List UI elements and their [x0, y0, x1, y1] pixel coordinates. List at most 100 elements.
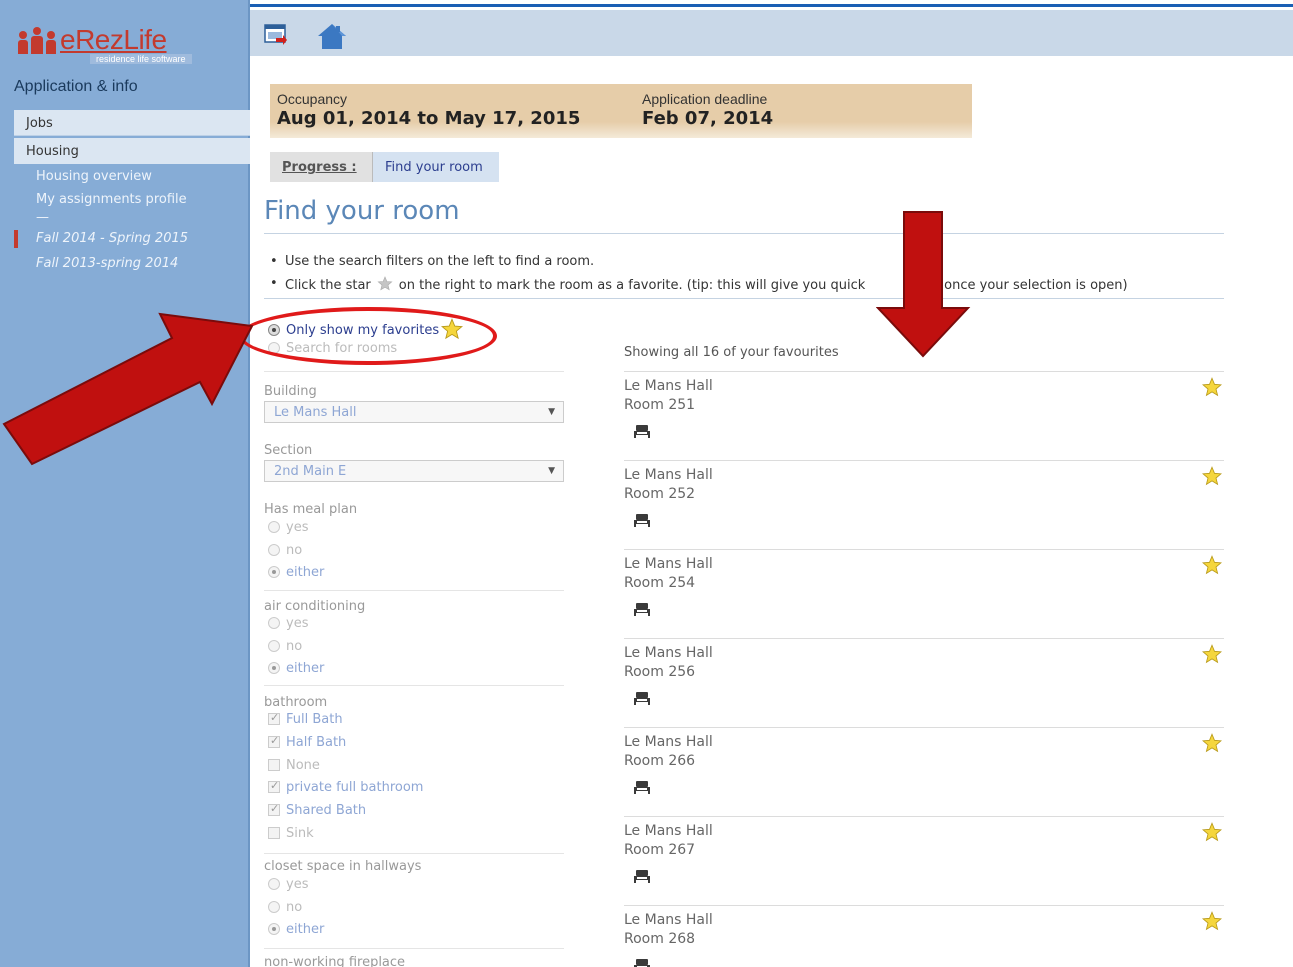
- ac-no-option[interactable]: no: [268, 639, 302, 654]
- section-select[interactable]: 2nd Main E ▼: [264, 460, 564, 482]
- bed-icon: [634, 514, 650, 527]
- meal-plan-label: Has meal plan: [264, 502, 358, 517]
- occupancy-banner: Occupancy Aug 01, 2014 to May 17, 2015 A…: [270, 84, 972, 138]
- room-hall: Le Mans Hall: [624, 378, 713, 394]
- sidebar-item-jobs[interactable]: Jobs: [14, 110, 250, 136]
- building-label: Building: [264, 384, 317, 399]
- grey-star-icon: [377, 276, 393, 291]
- annotation-arrow-down: [876, 211, 971, 358]
- occupancy-label: Occupancy: [277, 91, 348, 107]
- erezlife-logo[interactable]: eRezLife residence life software: [18, 22, 238, 64]
- dropdown-caret-icon: ▼: [548, 466, 555, 476]
- room-row[interactable]: Le Mans Hall Room 266: [624, 727, 1224, 816]
- closet-no-option[interactable]: no: [268, 900, 302, 915]
- room-number[interactable]: Room 256: [624, 664, 695, 680]
- room-number[interactable]: Room 251: [624, 397, 695, 413]
- ac-either-option[interactable]: either: [268, 661, 324, 676]
- room-hall: Le Mans Hall: [624, 823, 713, 839]
- favorite-star-icon[interactable]: [1202, 911, 1222, 931]
- sidebar-separator: —: [36, 210, 49, 225]
- favorite-star-icon[interactable]: [1202, 644, 1222, 664]
- room-row[interactable]: Le Mans Hall Room 267: [624, 816, 1224, 905]
- progress-current-step: Find your room: [372, 152, 499, 182]
- tips-divider: [264, 298, 1224, 299]
- room-number[interactable]: Room 267: [624, 842, 695, 858]
- sidebar-section-title: Application & info: [14, 78, 138, 95]
- bath-sink-option[interactable]: Sink: [268, 826, 314, 841]
- favorite-star-icon[interactable]: [1202, 555, 1222, 575]
- bath-private-option[interactable]: private full bathroom: [268, 779, 423, 795]
- filter-divider: [264, 590, 564, 591]
- sidebar-item-fall-2013[interactable]: Fall 2013-spring 2014: [36, 256, 178, 271]
- exit-window-icon[interactable]: [264, 24, 288, 46]
- people-icon: [18, 27, 58, 54]
- room-row[interactable]: Le Mans Hall Room 256: [624, 638, 1224, 727]
- bath-shared-option[interactable]: Shared Bath: [268, 802, 366, 818]
- sidebar: eRezLife residence life software Applica…: [0, 0, 250, 967]
- room-number[interactable]: Room 254: [624, 575, 695, 591]
- tips-list: Use the search filters on the left to fi…: [270, 254, 1128, 298]
- sidebar-item-assignments-profile[interactable]: My assignments profile: [36, 192, 187, 207]
- bed-icon: [634, 781, 650, 794]
- sidebar-item-housing[interactable]: Housing: [14, 138, 250, 164]
- home-icon[interactable]: [316, 22, 348, 50]
- room-hall: Le Mans Hall: [624, 912, 713, 928]
- room-number[interactable]: Room 268: [624, 931, 695, 947]
- results-summary: Showing all 16 of your favourites: [624, 345, 839, 360]
- room-hall: Le Mans Hall: [624, 467, 713, 483]
- room-hall: Le Mans Hall: [624, 645, 713, 661]
- dropdown-caret-icon: ▼: [548, 407, 555, 417]
- closet-either-option[interactable]: either: [268, 922, 324, 937]
- deadline-value: Feb 07, 2014: [642, 108, 774, 129]
- room-hall: Le Mans Hall: [624, 556, 713, 572]
- room-number[interactable]: Room 252: [624, 486, 695, 502]
- filter-divider: [264, 371, 564, 372]
- progress-link[interactable]: Progress :: [270, 152, 372, 182]
- favorite-star-icon[interactable]: [1202, 466, 1222, 486]
- ac-yes-option[interactable]: yes: [268, 616, 308, 631]
- favorite-star-icon[interactable]: [1202, 733, 1222, 753]
- annotation-arrow-left: [2, 312, 254, 466]
- bed-icon: [634, 959, 650, 967]
- page-title: Find your room: [264, 196, 460, 226]
- favorite-star-icon[interactable]: [1202, 377, 1222, 397]
- annotation-circle: [239, 307, 497, 365]
- bath-full-option[interactable]: Full Bath: [268, 711, 343, 727]
- top-toolbar: [250, 10, 1293, 56]
- brand-name: eRezLife: [60, 24, 167, 55]
- bathroom-label: bathroom: [264, 695, 328, 710]
- room-row[interactable]: Le Mans Hall Room 251: [624, 371, 1224, 460]
- occupancy-value: Aug 01, 2014 to May 17, 2015: [277, 108, 581, 129]
- meal-yes-option[interactable]: yes: [268, 520, 308, 535]
- bed-icon: [634, 603, 650, 616]
- closet-label: closet space in hallways: [264, 859, 422, 874]
- favorite-star-icon[interactable]: [1202, 822, 1222, 842]
- brand-tagline: residence life software: [90, 54, 192, 64]
- bed-icon: [634, 870, 650, 883]
- room-row[interactable]: Le Mans Hall Room 268: [624, 905, 1224, 967]
- closet-yes-option[interactable]: yes: [268, 877, 308, 892]
- bed-icon: [634, 425, 650, 438]
- title-divider: [264, 233, 1224, 234]
- building-select[interactable]: Le Mans Hall ▼: [264, 401, 564, 423]
- sidebar-item-fall-2014[interactable]: Fall 2014 - Spring 2015: [36, 231, 188, 246]
- active-marker: [14, 230, 18, 248]
- bed-icon: [634, 692, 650, 705]
- section-label: Section: [264, 443, 313, 458]
- deadline-label: Application deadline: [642, 91, 768, 107]
- meal-no-option[interactable]: no: [268, 543, 302, 558]
- building-value: Le Mans Hall: [274, 405, 357, 420]
- room-number[interactable]: Room 266: [624, 753, 695, 769]
- room-row[interactable]: Le Mans Hall Room 252: [624, 460, 1224, 549]
- bath-half-option[interactable]: Half Bath: [268, 734, 346, 750]
- filter-divider: [264, 853, 564, 854]
- tip-item: Use the search filters on the left to fi…: [270, 254, 1128, 276]
- tip-item: Click the staron the right to mark the r…: [270, 276, 1128, 298]
- fireplace-label: non-working fireplace: [264, 955, 406, 967]
- room-hall: Le Mans Hall: [624, 734, 713, 750]
- room-row[interactable]: Le Mans Hall Room 254: [624, 549, 1224, 638]
- filter-divider: [264, 685, 564, 686]
- meal-either-option[interactable]: either: [268, 565, 324, 580]
- sidebar-item-housing-overview[interactable]: Housing overview: [36, 169, 152, 184]
- bath-none-option[interactable]: None: [268, 758, 320, 773]
